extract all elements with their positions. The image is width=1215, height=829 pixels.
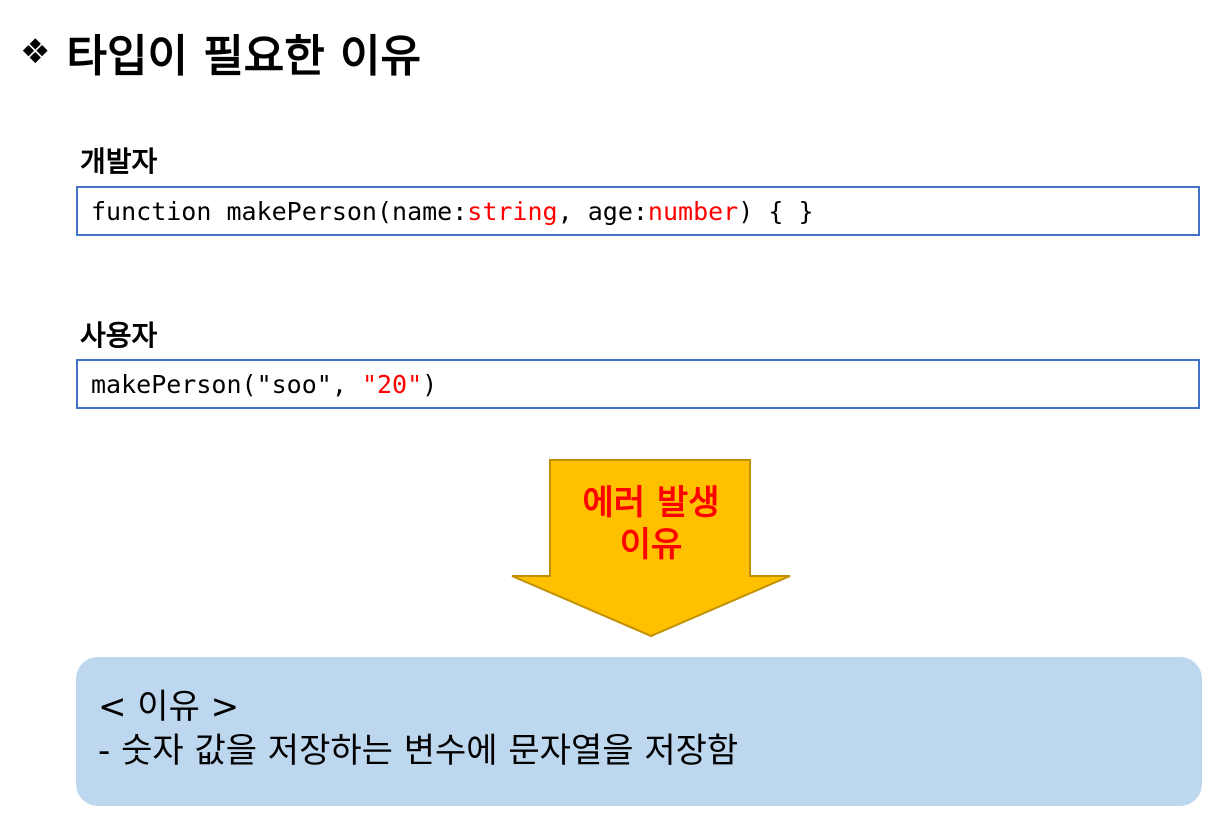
developer-label: 개발자 <box>80 145 158 178</box>
user-code-prefix: makePerson("soo", <box>91 369 362 399</box>
developer-code-type-number: number <box>647 196 739 226</box>
user-code-arg-string: "20" <box>361 369 423 399</box>
developer-code-middle: , age: <box>557 196 648 226</box>
user-label: 사용자 <box>80 319 158 352</box>
reason-heading: < 이유 > <box>98 687 240 727</box>
developer-code-box: function makePerson(name: string, age: num… <box>76 186 1200 236</box>
down-arrow: 에러 발생 이유 <box>510 458 792 638</box>
diamond-bullet-icon: ❖ <box>20 32 51 72</box>
user-code-suffix: ) <box>422 369 438 399</box>
slide-title: ❖ 타입이 필요한 이유 <box>20 22 421 82</box>
slide-title-text: 타입이 필요한 이유 <box>66 31 421 82</box>
reason-body: - 숫자 값을 저장하는 변수에 문자열을 저장함 <box>98 731 739 771</box>
arrow-caption: 에러 발생 이유 <box>550 482 752 566</box>
developer-code-suffix: ) { } <box>738 196 814 226</box>
arrow-caption-line2: 이유 <box>619 525 683 565</box>
developer-code-type-string: string <box>467 196 558 226</box>
arrow-caption-line1: 에러 발생 <box>582 483 720 523</box>
user-code-box: makePerson("soo", "20") <box>76 359 1200 409</box>
developer-code-prefix: function makePerson(name: <box>91 196 468 226</box>
reason-box: < 이유 > - 숫자 값을 저장하는 변수에 문자열을 저장함 <box>76 657 1202 806</box>
